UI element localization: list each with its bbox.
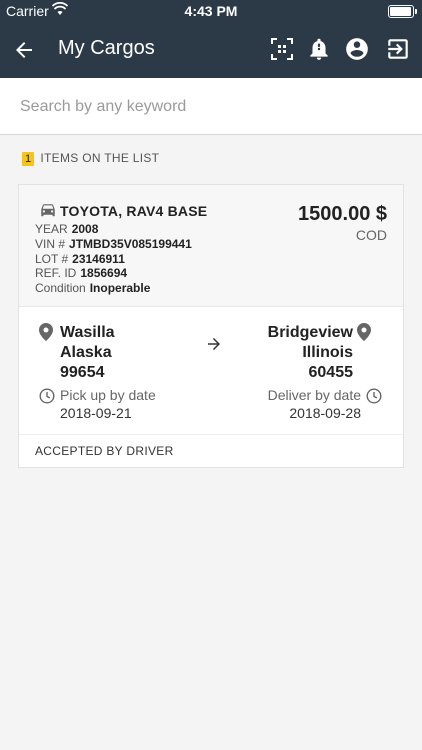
pickup-date-label: Pick up by date xyxy=(60,387,156,403)
items-count-label: ITEMS ON THE LIST xyxy=(40,151,160,165)
battery-icon xyxy=(388,5,417,18)
condition-row: Condition Inoperable xyxy=(35,281,150,295)
route-arrow-icon xyxy=(205,335,223,353)
delivery-date-label: Deliver by date xyxy=(267,387,361,403)
route-section: Wasilla Alaska 99654 Bridgeview Illinois… xyxy=(19,307,403,434)
vehicle-name: TOYOTA, RAV4 BASE xyxy=(60,203,208,219)
cargo-status: ACCEPTED BY DRIVER xyxy=(35,444,174,458)
status-bar: Carrier 4:43 PM xyxy=(0,0,422,22)
car-icon xyxy=(39,203,57,219)
clock-time: 4:43 PM xyxy=(184,3,238,19)
ref-row: REF. ID 1856694 xyxy=(35,266,127,280)
page-title: My Cargos xyxy=(58,37,155,59)
cargo-status-row: ACCEPTED BY DRIVER xyxy=(19,434,403,468)
year-row: YEAR 2008 xyxy=(35,222,98,236)
lot-label: LOT # xyxy=(35,252,69,266)
delivery-location-pin-icon xyxy=(357,323,371,341)
cargo-card[interactable]: TOYOTA, RAV4 BASE YEAR 2008 VIN # JTMBD35V… xyxy=(18,184,404,468)
search-bar xyxy=(0,78,422,135)
vin-value: JTMBD35V085199441 xyxy=(69,237,192,251)
year-value: 2008 xyxy=(71,222,99,236)
search-input[interactable] xyxy=(18,94,402,120)
cargo-price: 1500.00 $ xyxy=(298,203,387,225)
cargo-vehicle-section: TOYOTA, RAV4 BASE YEAR 2008 VIN # JTMBD35V… xyxy=(19,185,403,307)
pickup-city: Wasilla xyxy=(60,324,115,341)
year-label: YEAR xyxy=(35,222,68,236)
bell-icon[interactable] xyxy=(306,36,332,62)
condition-value: Inoperable xyxy=(89,281,151,295)
nav-bar: My Cargos xyxy=(0,22,422,78)
vin-row: VIN # JTMBD35V085199441 xyxy=(35,237,192,251)
pickup-location: Wasilla Alaska 99654 xyxy=(60,323,115,383)
pickup-date: 2018-09-21 xyxy=(60,405,132,421)
items-count-row: 1 ITEMS ON THE LIST xyxy=(22,151,159,166)
pickup-location-pin-icon xyxy=(39,323,53,341)
items-count-badge: 1 xyxy=(22,152,35,166)
back-arrow-icon[interactable] xyxy=(12,38,36,62)
delivery-zip: 60455 xyxy=(308,364,354,381)
payment-method: COD xyxy=(355,227,387,243)
pickup-state: Alaska xyxy=(60,344,112,361)
ref-label: REF. ID xyxy=(35,266,77,280)
lot-value: 23146911 xyxy=(72,252,125,266)
account-icon[interactable] xyxy=(344,36,370,62)
delivery-state: Illinois xyxy=(302,344,353,361)
pickup-clock-icon xyxy=(39,388,55,404)
ref-value: 1856694 xyxy=(80,266,128,280)
logout-icon[interactable] xyxy=(385,36,411,62)
lot-row: LOT #23146911 xyxy=(35,252,125,266)
delivery-location: Bridgeview Illinois 60455 xyxy=(268,323,353,383)
condition-label: Condition xyxy=(35,281,86,295)
scan-icon[interactable] xyxy=(269,36,295,62)
vin-label: VIN # xyxy=(35,237,66,251)
pickup-zip: 99654 xyxy=(60,364,105,381)
delivery-date: 2018-09-28 xyxy=(289,405,361,421)
delivery-city: Bridgeview xyxy=(267,324,353,341)
delivery-clock-icon xyxy=(366,388,382,404)
